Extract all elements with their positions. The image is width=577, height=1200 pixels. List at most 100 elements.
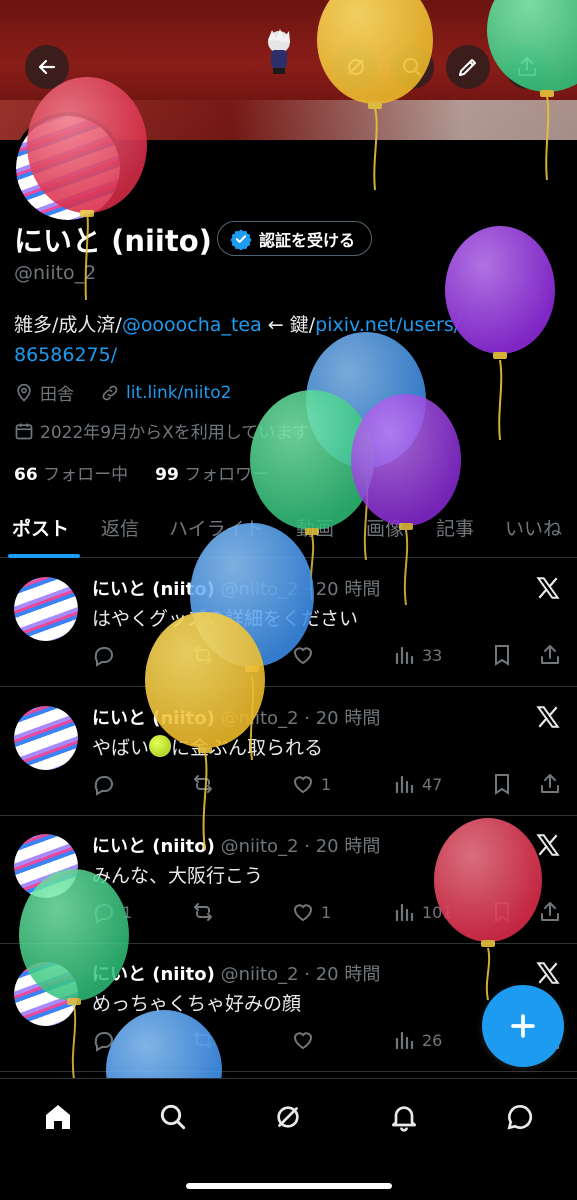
share-post-button[interactable] [538,643,562,667]
post-header: にいと (niito) @niito_2 · 20 時間 [92,832,380,858]
nav-home[interactable] [38,1097,78,1137]
post-avatar[interactable] [14,577,78,641]
search-icon [402,57,422,77]
tab-highlights[interactable]: ハイライト [169,514,264,541]
nav-grok[interactable] [268,1097,308,1137]
home-icon [46,1105,70,1129]
post-item[interactable]: にいと (niito) @niito_2 · 20 時間 はやくグッズの詳細をく… [0,559,577,687]
bio-text: 雑多/成人済/ [14,314,122,336]
reply-button[interactable]: 1 [92,900,132,924]
bookmark-button[interactable] [490,643,514,667]
avatar-image [16,116,120,220]
reply-button[interactable] [92,643,122,667]
profile-website-link[interactable]: lit.link/niito2 [126,383,231,403]
reply-icon [94,647,113,667]
followers-link[interactable]: 99 フォロワー [155,465,269,485]
link-icon [102,385,118,400]
bookmark-button[interactable] [490,900,514,924]
grok-button[interactable] [334,45,378,89]
share-icon [541,774,559,793]
view-count: 101 [422,902,453,922]
reply-button[interactable] [92,772,122,796]
bookmark-icon [495,645,509,666]
grok-icon [277,1106,299,1128]
active-tab-indicator [8,554,80,558]
profile-joined-date: 2022年9月からXを利用しています [40,423,310,443]
repost-icon [194,646,212,664]
x-logo-icon[interactable] [535,832,561,858]
bio-text-middle: ← 鍵/ [261,314,316,336]
tab-videos[interactable]: 動画 [296,514,334,541]
post-avatar[interactable] [14,834,78,898]
arrow-left-icon [38,59,56,75]
following-link[interactable]: 66 フォロー中 [14,465,128,485]
verified-badge-icon [230,228,252,250]
views-button[interactable]: 33 [392,643,442,667]
reply-button[interactable] [92,1028,122,1052]
profile-avatar[interactable] [12,112,124,224]
like-button[interactable]: 1 [291,772,331,796]
views-button[interactable]: 26 [392,1028,442,1052]
bio-pixiv-link[interactable]: pixiv.net/users/ [315,314,460,336]
like-button[interactable] [291,643,321,667]
views-button[interactable]: 47 [392,772,442,796]
bio-pixiv-link-id[interactable]: 86586275/ [14,344,117,366]
message-icon [507,1104,533,1130]
avatar-image [14,577,78,641]
post-item[interactable]: にいと (niito) @niito_2 · 20 時間 みんな、大阪行こう 1… [0,816,577,944]
follow-counts: 66 フォロー中 99 フォロワー [14,460,269,485]
like-button[interactable] [291,1028,321,1052]
post-avatar[interactable] [14,706,78,770]
tab-replies[interactable]: 返信 [101,514,139,541]
avatar-image [14,834,78,898]
repost-button[interactable] [191,900,221,924]
location-icon [17,383,31,402]
tab-media[interactable]: 画像 [366,514,404,541]
edit-button[interactable] [446,45,490,89]
post-text-after: に金ぶん取られる [171,737,324,759]
profile-name: にいと (niito) [14,224,212,258]
share-button[interactable] [505,45,549,89]
bio-mention-link[interactable]: @oooocha_tea [122,314,262,336]
view-count: 47 [422,774,443,794]
bottom-navigation [0,1078,577,1200]
share-post-button[interactable] [538,772,562,796]
get-verified-button[interactable]: 認証を受ける [217,221,373,256]
reply-icon [94,1032,113,1052]
search-button[interactable] [390,45,434,89]
heart-icon [293,647,313,665]
home-indicator [186,1183,392,1189]
repost-button[interactable] [191,772,221,796]
post-avatar[interactable] [14,962,78,1026]
repost-button[interactable] [191,1028,221,1052]
repost-button[interactable] [191,643,221,667]
x-logo-icon[interactable] [535,575,561,601]
bookmark-button[interactable] [490,772,514,796]
like-button[interactable]: 1 [291,900,331,924]
post-author-name: にいと (niito) [92,964,215,985]
post-meta: @niito_2 · 20 時間 [220,708,381,729]
share-post-button[interactable] [538,900,562,924]
reply-icon [94,904,113,924]
post-meta: @niito_2 · 20 時間 [220,579,381,600]
tab-posts[interactable]: ポスト [12,514,69,541]
post-actions: 33 [92,643,567,669]
nav-explore[interactable] [153,1097,193,1137]
back-button[interactable] [25,45,69,89]
x-logo-icon[interactable] [535,960,561,986]
like-count: 1 [321,774,332,794]
x-logo-icon[interactable] [535,704,561,730]
nav-notifications[interactable] [384,1097,424,1137]
tab-likes[interactable]: いいね [505,514,562,541]
followers-label: フォロワー [184,465,270,485]
post-text: はやくグッズの詳細をください [92,608,359,630]
nav-messages[interactable] [500,1097,540,1137]
tab-articles[interactable]: 記事 [436,514,474,541]
bookmark-icon [495,902,509,923]
following-count: 66 [14,465,38,485]
views-button[interactable]: 101 [392,900,453,924]
compose-post-button[interactable] [482,985,564,1067]
views-chart-icon [395,1031,414,1050]
search-icon [160,1104,186,1130]
post-item[interactable]: にいと (niito) @niito_2 · 20 時間 やばい に金ぶん取られる… [0,688,577,816]
